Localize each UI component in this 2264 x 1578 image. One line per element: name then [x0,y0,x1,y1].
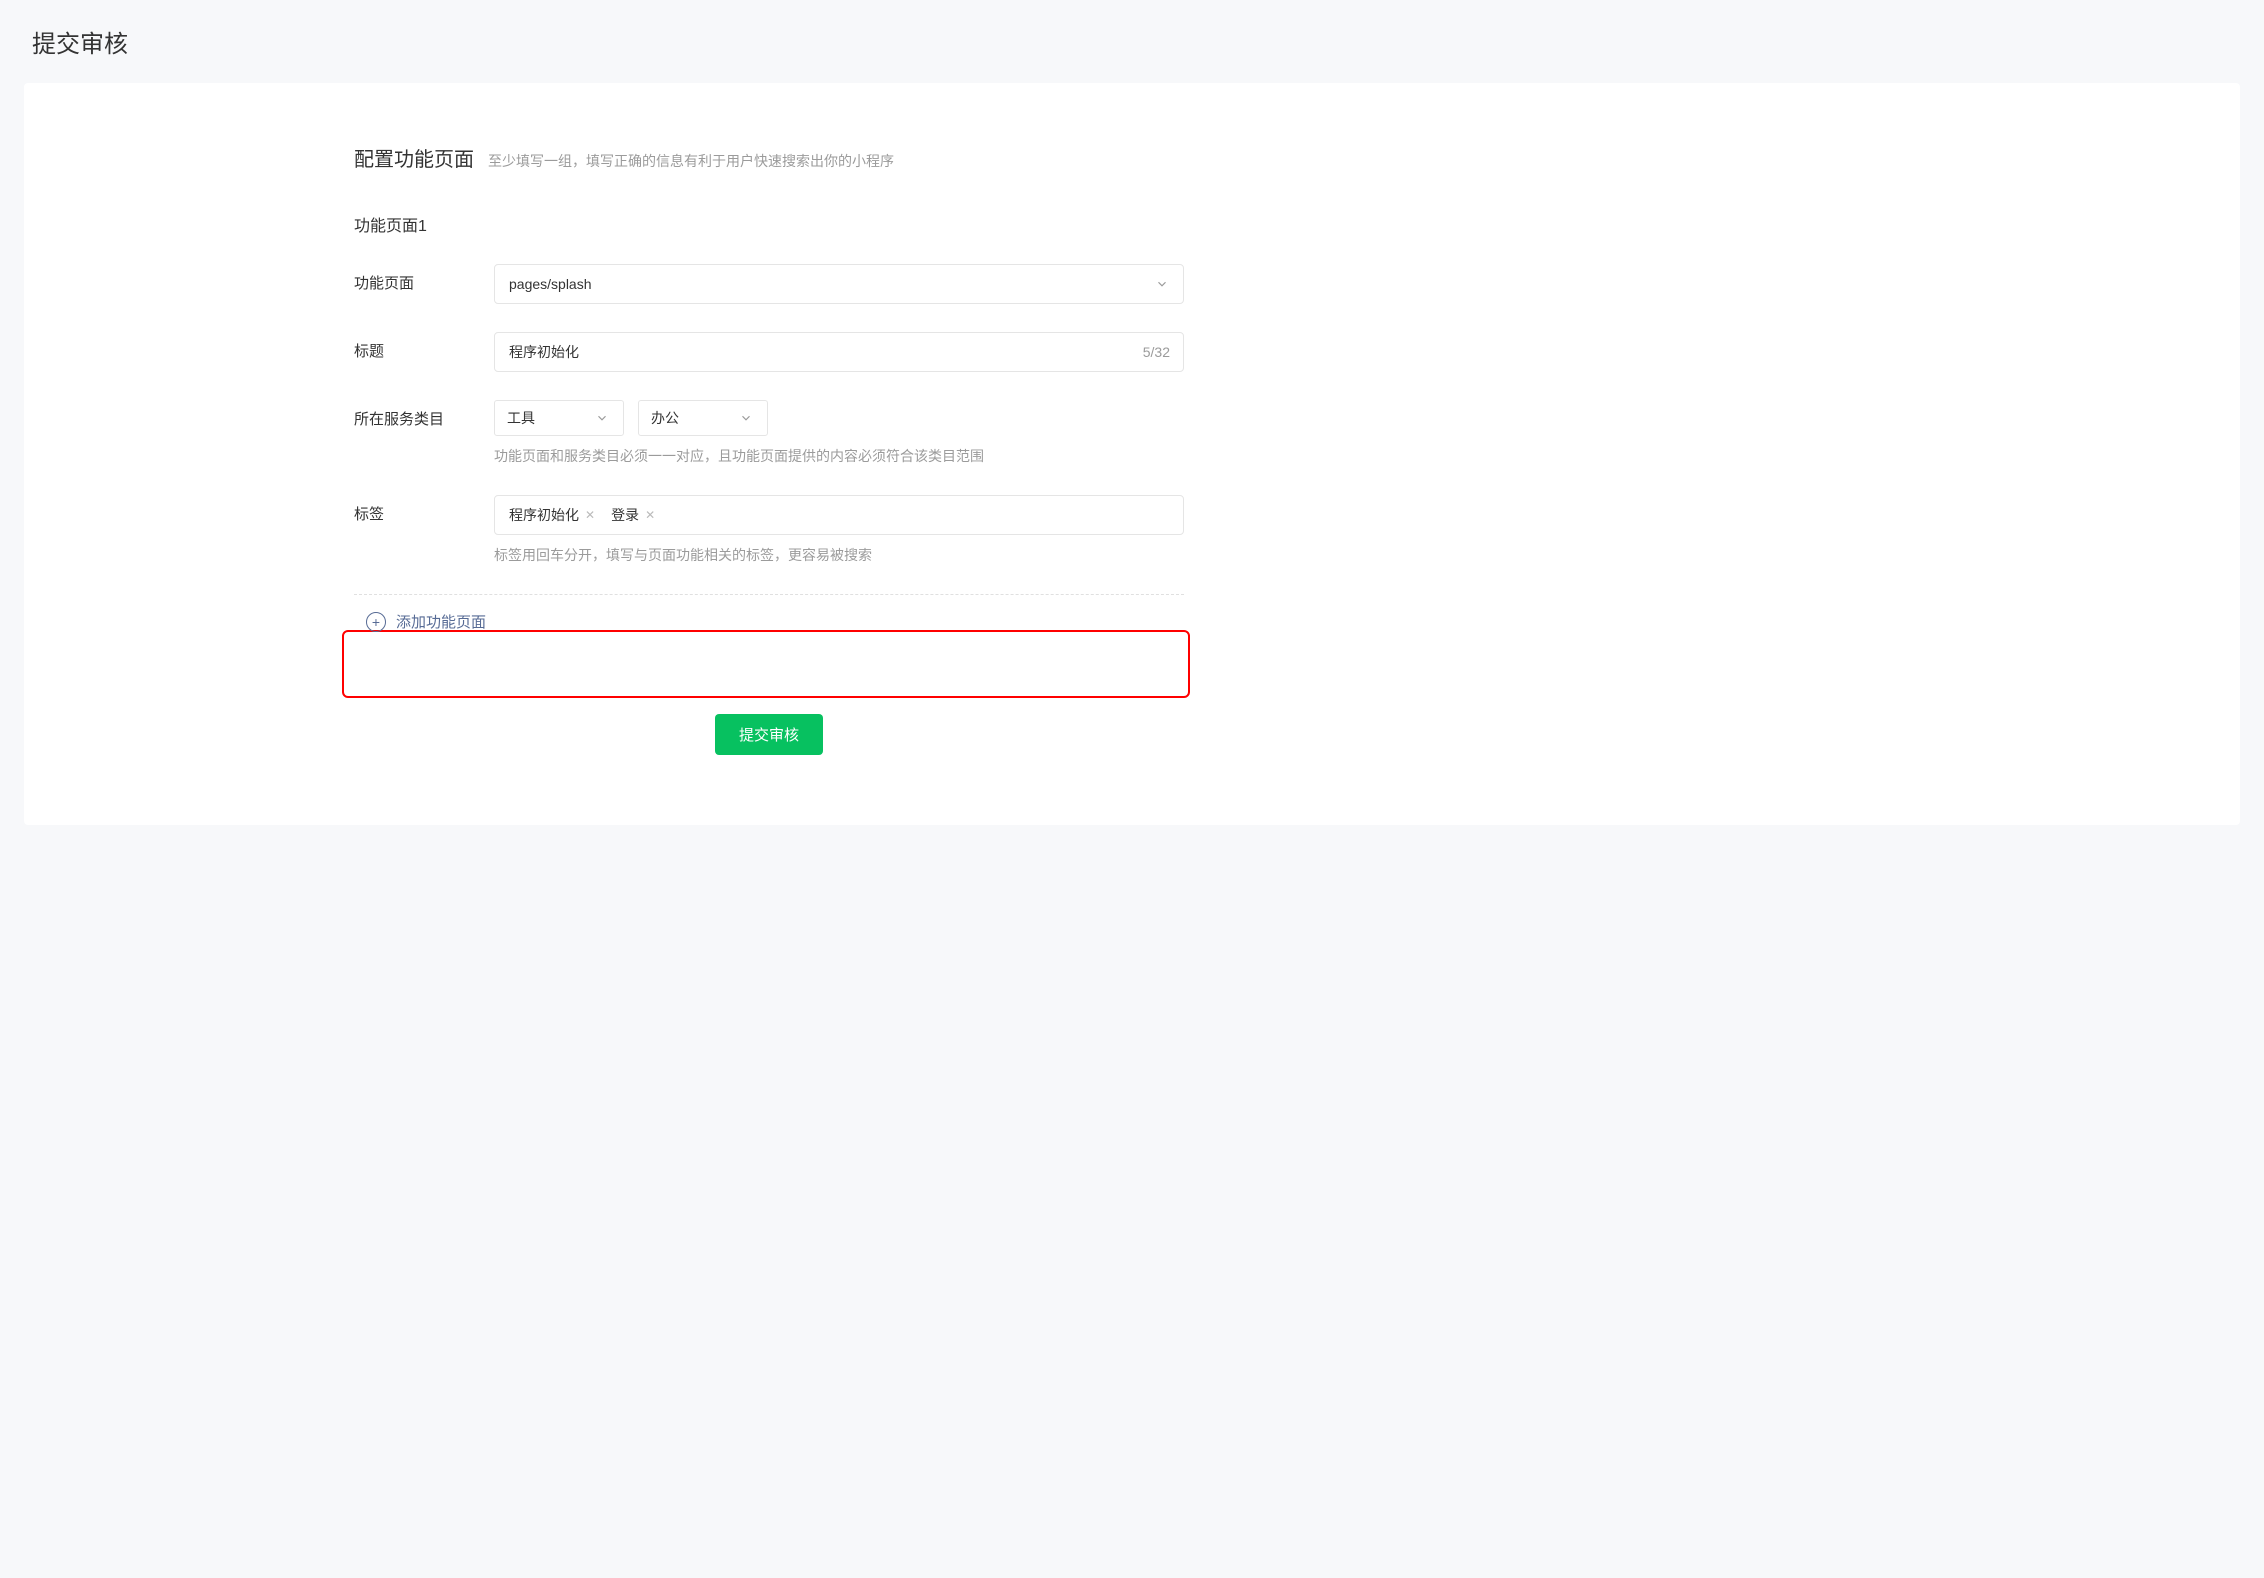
category-primary-select[interactable]: 工具 [494,400,624,436]
group-title: 功能页面1 [354,212,1184,236]
tag-text: 程序初始化 [509,505,579,525]
category-primary-value: 工具 [507,408,535,428]
tag-item: 登录 ✕ [607,503,659,527]
page-label: 功能页面 [354,264,494,293]
page-select[interactable]: pages/splash [494,264,1184,304]
title-label: 标题 [354,332,494,361]
char-count: 5/32 [1143,344,1170,360]
add-page-label: 添加功能页面 [396,611,486,632]
page-select-value: pages/splash [509,276,592,292]
tag-item: 程序初始化 ✕ [505,503,599,527]
close-icon[interactable]: ✕ [645,509,655,521]
title-input[interactable] [494,332,1184,372]
category-secondary-value: 办公 [651,408,679,428]
category-label: 所在服务类目 [354,400,494,429]
close-icon[interactable]: ✕ [585,509,595,521]
section-subtitle: 至少填写一组，填写正确的信息有利于用户快速搜索出你的小程序 [488,151,894,171]
section-header: 配置功能页面 至少填写一组，填写正确的信息有利于用户快速搜索出你的小程序 [354,143,1184,172]
tags-input[interactable]: 程序初始化 ✕ 登录 ✕ [494,495,1184,535]
category-help-text: 功能页面和服务类目必须一一对应，且功能页面提供的内容必须符合该类目范围 [494,446,1184,467]
form-card: 配置功能页面 至少填写一组，填写正确的信息有利于用户快速搜索出你的小程序 功能页… [24,83,2240,825]
page-title: 提交审核 [32,24,2232,59]
add-page-button[interactable]: + 添加功能页面 [366,609,486,634]
chevron-down-icon [595,411,609,425]
category-secondary-select[interactable]: 办公 [638,400,768,436]
chevron-down-icon [1155,277,1169,291]
chevron-down-icon [739,411,753,425]
submit-button[interactable]: 提交审核 [715,714,823,755]
tags-label: 标签 [354,495,494,524]
tag-text: 登录 [611,505,639,525]
tags-help-text: 标签用回车分开，填写与页面功能相关的标签，更容易被搜索 [494,545,1184,566]
section-title: 配置功能页面 [354,143,474,172]
plus-icon: + [366,612,386,632]
divider [354,594,1184,595]
highlight-annotation [342,630,1190,698]
